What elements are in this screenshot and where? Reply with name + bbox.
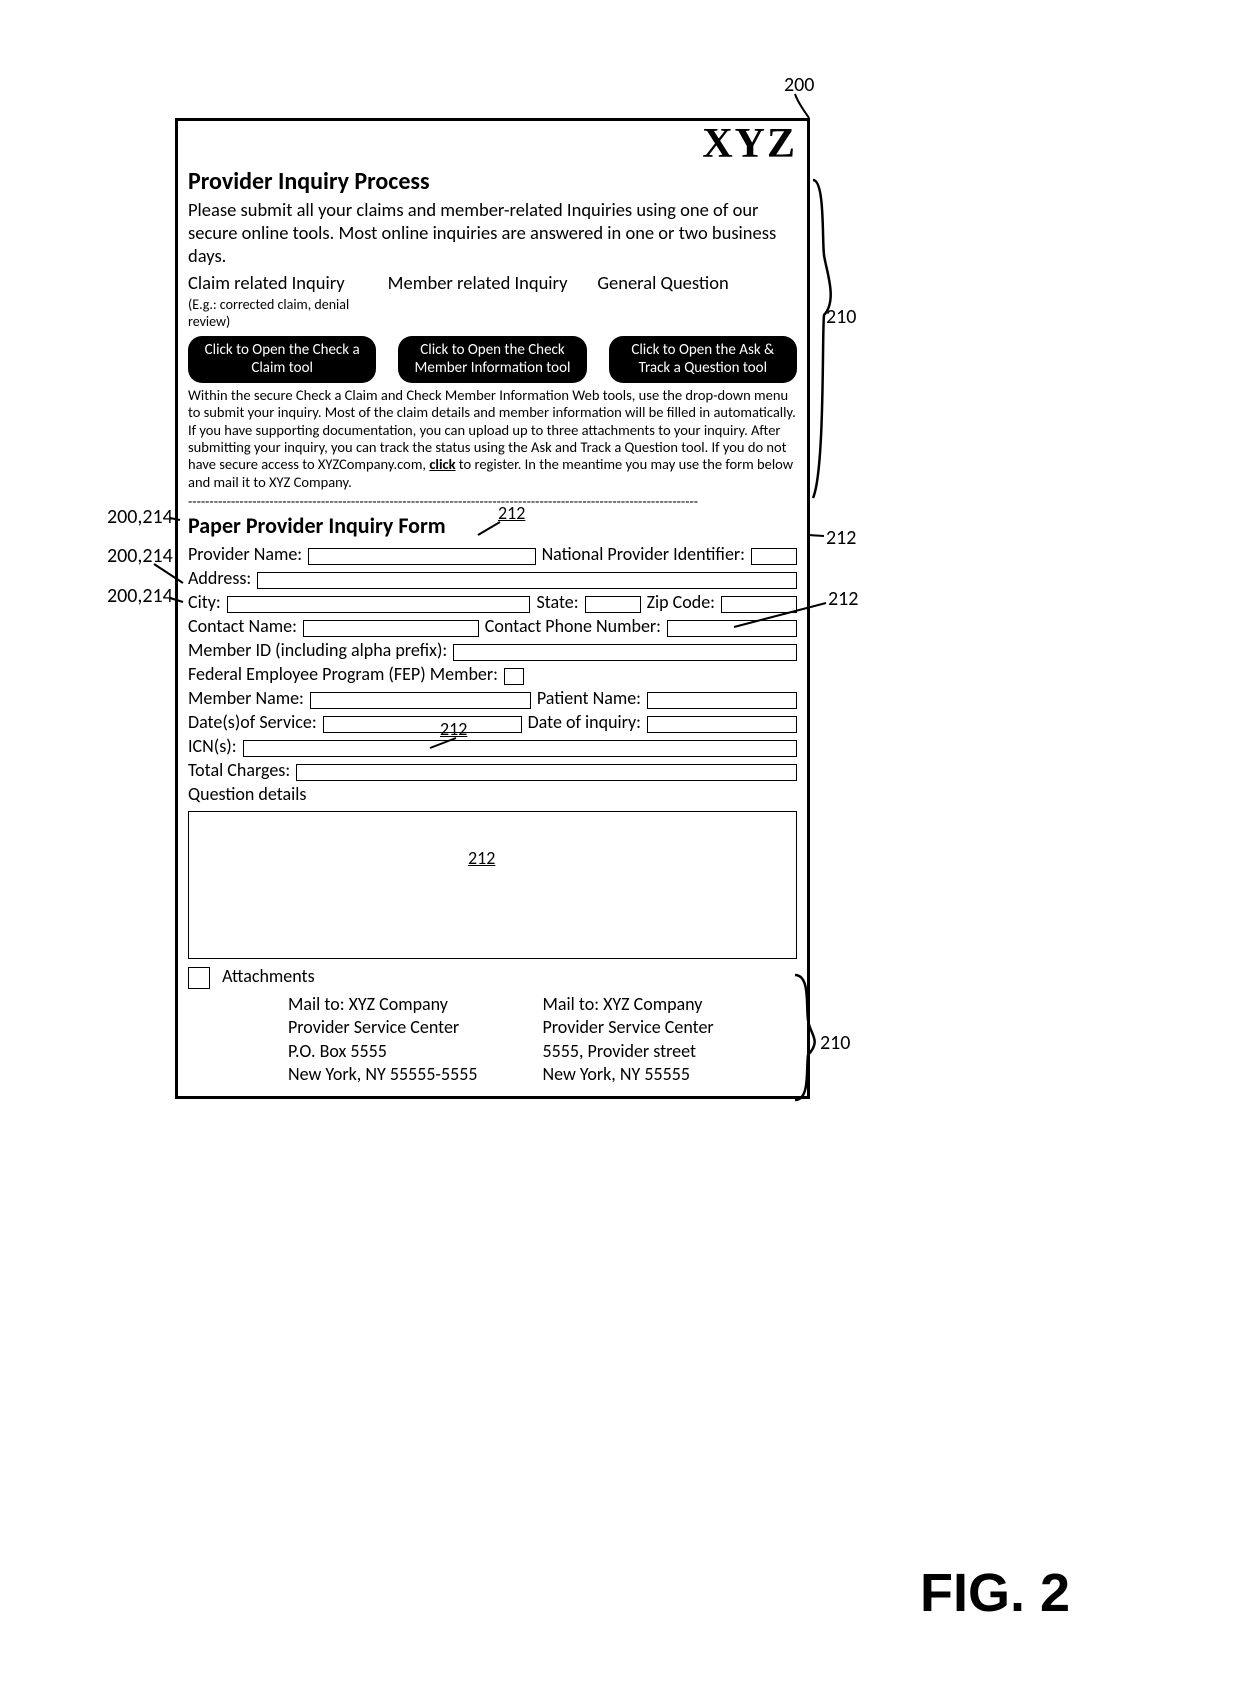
col-claim-head: Claim related Inquiry [188, 271, 388, 294]
register-link[interactable]: click [429, 455, 455, 473]
field-fep-checkbox[interactable] [504, 668, 524, 685]
mail-a1: Mail to: XYZ Company [288, 993, 543, 1016]
field-icn[interactable] [243, 740, 797, 757]
label-address: Address: [188, 567, 251, 589]
field-state[interactable] [585, 596, 641, 613]
field-patient-name[interactable] [647, 692, 797, 709]
logo-text: XYZ [188, 121, 797, 165]
ref-200-214-b: 200,214 [107, 544, 173, 568]
label-zip: Zip Code: [647, 591, 715, 613]
field-member-id[interactable] [453, 644, 797, 661]
label-contact-phone: Contact Phone Number: [485, 615, 661, 637]
figure-label: FIG. 2 [920, 1562, 1070, 1624]
ref-212-b: 212 [440, 718, 467, 740]
intro-text: Please submit all your claims and member… [188, 198, 797, 267]
ref-200-top: 200 [784, 73, 814, 97]
col-member-head: Member related Inquiry [388, 271, 588, 294]
mail-a4: New York, NY 55555-5555 [288, 1063, 543, 1086]
inquiry-type-row: Claim related Inquiry (E.g.: corrected c… [188, 271, 797, 330]
mail-columns: Mail to: XYZ Company Provider Service Ce… [188, 993, 797, 1087]
mail-b2: Provider Service Center [543, 1016, 798, 1039]
ref-210-a: 210 [826, 305, 856, 329]
mail-a3: P.O. Box 5555 [288, 1040, 543, 1063]
button-row: Click to Open the Check a Claim tool Cli… [188, 336, 797, 383]
field-provider-name[interactable] [308, 548, 535, 565]
field-member-name[interactable] [310, 692, 531, 709]
label-patient-name: Patient Name: [537, 687, 641, 709]
mail-a2: Provider Service Center [288, 1016, 543, 1039]
page-title: Provider Inquiry Process [188, 167, 797, 196]
col-general-head: General Question [597, 271, 797, 294]
ref-212-a: 212 [498, 502, 525, 524]
mail-b4: New York, NY 55555 [543, 1063, 798, 1086]
mail-col-b: Mail to: XYZ Company Provider Service Ce… [543, 993, 798, 1087]
label-provider-name: Provider Name: [188, 543, 302, 565]
field-address[interactable] [257, 572, 797, 589]
field-zip[interactable] [721, 596, 797, 613]
label-qdetails: Question details [188, 783, 306, 805]
label-npi: National Provider Identifier: [542, 543, 745, 565]
divider-dashes: ----------------------------------------… [188, 493, 797, 510]
mail-b1: Mail to: XYZ Company [543, 993, 798, 1016]
field-npi[interactable] [751, 548, 797, 565]
label-contact-name: Contact Name: [188, 615, 297, 637]
field-contact-phone[interactable] [667, 620, 797, 637]
label-icn: ICN(s): [188, 735, 237, 757]
label-member-name: Member Name: [188, 687, 304, 709]
ref-200-214-a: 200,214 [107, 505, 173, 529]
open-check-claim-button[interactable]: Click to Open the Check a Claim tool [188, 336, 376, 383]
paper-form-title: Paper Provider Inquiry Form [188, 512, 446, 539]
ref-210-b: 210 [820, 1031, 850, 1055]
label-city: City: [188, 591, 221, 613]
open-ask-track-button[interactable]: Click to Open the Ask & Track a Question… [609, 336, 797, 383]
form-panel: XYZ Provider Inquiry Process Please subm… [175, 118, 810, 1099]
field-contact-name[interactable] [303, 620, 479, 637]
ref-212-npi: 212 [826, 526, 856, 550]
open-check-member-button[interactable]: Click to Open the Check Member Informati… [398, 336, 586, 383]
info-paragraph: Within the secure Check a Claim and Chec… [188, 387, 797, 491]
field-doi[interactable] [647, 716, 797, 733]
label-total: Total Charges: [188, 759, 290, 781]
ref-212-phone: 212 [828, 587, 858, 611]
label-member-id: Member ID (including alpha prefix): [188, 639, 447, 661]
label-fep: Federal Employee Program (FEP) Member: [188, 663, 498, 685]
col-claim-eg: (E.g.: corrected claim, denial review) [188, 296, 388, 330]
field-city[interactable] [227, 596, 531, 613]
mail-col-a: Mail to: XYZ Company Provider Service Ce… [288, 993, 543, 1087]
field-question-details[interactable] [188, 811, 797, 959]
ref-212-c: 212 [468, 847, 495, 869]
checkbox-attachments[interactable] [188, 967, 210, 989]
field-total[interactable] [296, 764, 797, 781]
label-state: State: [536, 591, 578, 613]
attachments-row: Attachments [188, 965, 797, 989]
label-dos: Date(s)of Service: [188, 711, 317, 733]
label-doi: Date of inquiry: [528, 711, 641, 733]
label-attachments: Attachments [222, 965, 315, 987]
mail-b3: 5555, Provider street [543, 1040, 798, 1063]
ref-200-214-c: 200,214 [107, 584, 173, 608]
field-dos[interactable] [323, 716, 522, 733]
